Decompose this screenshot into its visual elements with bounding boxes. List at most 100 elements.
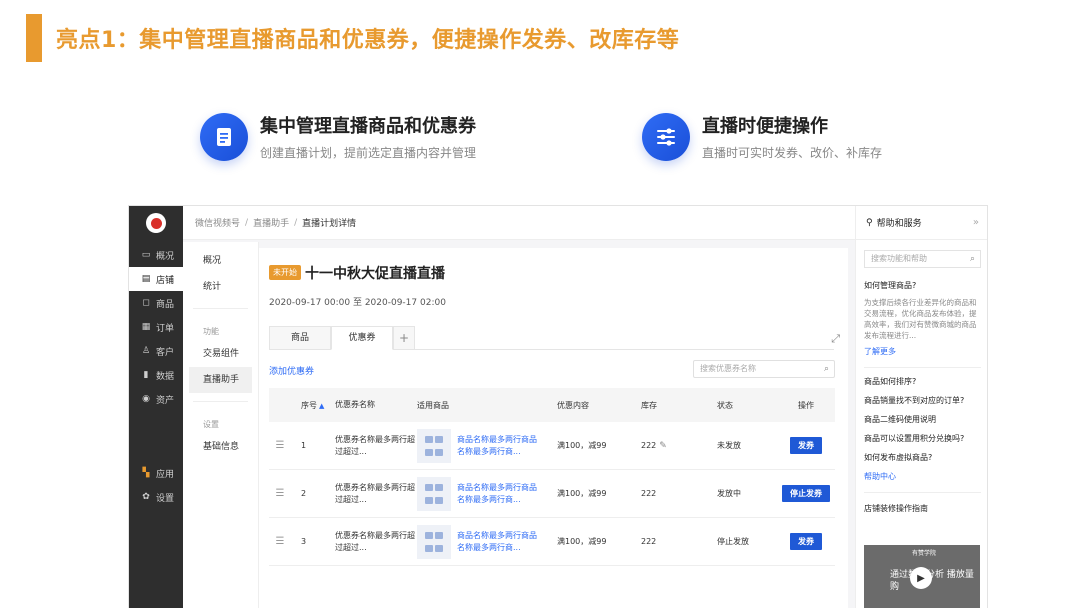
header-goods: 适用商品 <box>417 400 449 410</box>
issue-coupon-button[interactable]: 发券 <box>790 437 822 454</box>
sort-icon[interactable]: ▲ <box>319 402 324 410</box>
nav-item-data[interactable]: ▮ 数据 <box>129 363 183 387</box>
row-no: 3 <box>301 537 307 546</box>
feature-subtitle: 直播时可实时发券、改价、补库存 <box>702 146 883 160</box>
sub-nav-overview[interactable]: 概况 <box>183 248 258 274</box>
customer-icon: ♙ <box>141 346 151 356</box>
discount: 满100，减99 <box>557 489 607 498</box>
feature-live-ops: 直播时便捷操作 直播时可实时发券、改价、补库存 <box>642 112 882 161</box>
goods-thumbnail <box>417 428 451 463</box>
breadcrumb-item[interactable]: 直播助手 <box>253 216 289 229</box>
plan-time: 2020-09-17 00:00 至 2020-09-17 02:00 <box>269 298 446 308</box>
goods-thumbnail <box>417 476 451 511</box>
sub-nav-stats[interactable]: 统计 <box>183 274 258 300</box>
video-caption: 通过数据分析 播放量购 <box>890 570 974 592</box>
left-nav: ▭ 概况 ▤ 店铺 ◻ 商品 ▦ 订单 ♙ 客户 ▮ 数据 ◉ 资产 ▚ 应用 ✿ 设置 <box>129 206 183 608</box>
goods-link[interactable]: 商品名称最多两行商品名称最多两行商... <box>457 530 541 554</box>
learn-more-link[interactable]: 了解更多 <box>856 346 987 357</box>
header-no[interactable]: 序号 ▲ <box>291 400 335 411</box>
help-panel: ⚲ 帮助和服务 » 搜索功能和帮助 ⌕ 如何管理商品? 为支撑后续各行业差异化的… <box>855 206 987 608</box>
header-action: 操作 <box>798 400 814 410</box>
feature-title: 直播时便捷操作 <box>702 116 828 137</box>
app-screenshot: ▭ 概况 ▤ 店铺 ◻ 商品 ▦ 订单 ♙ 客户 ▮ 数据 ◉ 资产 ▚ 应用 ✿ 设置 微信视频… <box>128 205 988 608</box>
help-question[interactable]: 商品可以设置用积分兑换吗? <box>856 433 987 444</box>
header-name: 优惠券名称 <box>335 400 375 409</box>
help-center-link[interactable]: 帮助中心 <box>856 471 987 482</box>
nav-item-store[interactable]: ▤ 店铺 <box>129 267 183 291</box>
apps-icon: ▚ <box>142 468 150 478</box>
help-question-list: 商品如何排序? 商品销量找不到对应的订单? 商品二维码使用说明 商品可以设置用积… <box>856 376 987 463</box>
logo-icon[interactable] <box>146 213 166 233</box>
stock-value: 222 <box>641 489 657 498</box>
discount: 满100，减99 <box>557 537 607 546</box>
stop-coupon-button[interactable]: 停止发券 <box>782 485 830 502</box>
help-question[interactable]: 如何管理商品? <box>856 280 987 291</box>
edit-icon[interactable]: ✎ <box>659 441 667 451</box>
header-status: 状态 <box>717 400 733 410</box>
feature-title: 集中管理直播商品和优惠券 <box>260 116 476 137</box>
play-icon[interactable]: ▶ <box>910 567 932 589</box>
sub-nav-basic-info[interactable]: 基础信息 <box>183 434 258 460</box>
goods-link[interactable]: 商品名称最多两行商品名称最多两行商... <box>457 482 541 506</box>
help-question[interactable]: 商品二维码使用说明 <box>856 414 987 425</box>
breadcrumb-item[interactable]: 微信视频号 <box>195 216 240 229</box>
guide-video[interactable]: 有赞学院 通过数据分析 播放量购 ▶ <box>864 545 980 608</box>
breadcrumb: 微信视频号 / 直播助手 / 直播计划详情 <box>183 206 855 240</box>
accent-bar <box>26 14 42 62</box>
issue-coupon-button[interactable]: 发券 <box>790 533 822 550</box>
nav-item-assets[interactable]: ◉ 资产 <box>129 387 183 411</box>
drag-handle-icon[interactable]: ☰ <box>269 488 291 499</box>
store-icon: ▤ <box>141 274 151 284</box>
help-answer: 为支撑后续各行业差异化的商品和交易流程，优化商品发布体验，提高效率，我们对有赞微… <box>864 298 977 340</box>
help-header: ⚲ 帮助和服务 » <box>856 206 987 240</box>
breadcrumb-current: 直播计划详情 <box>302 219 357 229</box>
guide-title: 店铺装修操作指南 <box>864 504 928 513</box>
nav-item-overview[interactable]: ▭ 概况 <box>129 243 183 267</box>
add-tab-button[interactable]: + <box>393 326 415 350</box>
settings-icon: ✿ <box>142 492 150 502</box>
nav-item-apps[interactable]: ▚ 应用 <box>129 461 183 485</box>
goods-link[interactable]: 商品名称最多两行商品名称最多两行商... <box>457 434 541 458</box>
drag-handle-icon[interactable]: ☰ <box>269 536 291 547</box>
stock-value: 222 <box>641 440 657 450</box>
help-question[interactable]: 商品如何排序? <box>856 376 987 387</box>
status: 未发放 <box>717 441 741 450</box>
expand-icon[interactable]: ⤢ <box>831 332 840 346</box>
search-icon[interactable]: ⌕ <box>970 251 975 267</box>
collapse-icon[interactable]: » <box>973 217 979 228</box>
drag-handle-icon[interactable]: ☰ <box>269 440 291 451</box>
video-brand: 有赞学院 <box>912 550 937 557</box>
header-discount: 优惠内容 <box>557 400 589 410</box>
tab-goods[interactable]: 商品 <box>269 326 331 350</box>
nav-item-goods[interactable]: ◻ 商品 <box>129 291 183 315</box>
goods-icon: ◻ <box>142 298 150 308</box>
tab-coupons[interactable]: 优惠券 <box>331 326 393 350</box>
status: 发放中 <box>717 489 741 498</box>
search-icon[interactable]: ⌕ <box>824 361 829 377</box>
stock-value: 222 <box>641 537 657 546</box>
nav-item-settings[interactable]: ✿ 设置 <box>129 485 183 509</box>
status-badge: 未开始 <box>269 265 301 280</box>
document-icon <box>200 112 248 161</box>
feature-manage: 集中管理直播商品和优惠券 创建直播计划，提前选定直播内容并管理 <box>200 112 476 161</box>
page-title: 十一中秋大促直播直播 <box>305 266 445 282</box>
sub-nav-live-assistant[interactable]: 直播助手 <box>189 367 252 393</box>
help-question[interactable]: 如何发布虚拟商品? <box>856 452 987 463</box>
order-icon: ▦ <box>141 322 151 332</box>
table-row: ☰ 2 优惠券名称最多两行超过超过... 商品名称最多两行商品名称最多两行商..… <box>269 470 835 518</box>
status: 停止发放 <box>717 537 749 546</box>
nav-item-order[interactable]: ▦ 订单 <box>129 315 183 339</box>
help-question[interactable]: 商品销量找不到对应的订单? <box>856 395 987 406</box>
row-no: 2 <box>301 489 307 498</box>
table-row: ☰ 1 优惠券名称最多两行超过超过... 商品名称最多两行商品名称最多两行商..… <box>269 422 835 470</box>
goods-thumbnail <box>417 524 451 559</box>
coupon-table: 序号 ▲ 优惠券名称 适用商品 优惠内容 库存 状态 操作 ☰ 1 优惠券名称最多… <box>269 388 835 566</box>
sub-nav-trade[interactable]: 交易组件 <box>183 341 258 367</box>
coupon-search-input[interactable]: 搜索优惠券名称 ⌕ <box>693 360 835 378</box>
row-no: 1 <box>301 441 307 450</box>
help-search-input[interactable]: 搜索功能和帮助 ⌕ <box>864 250 981 268</box>
add-coupon-link[interactable]: 添加优惠券 <box>269 364 314 377</box>
nav-item-customer[interactable]: ♙ 客户 <box>129 339 183 363</box>
header-stock: 库存 <box>641 400 657 410</box>
tab-bar: 商品 优惠券 + <box>269 326 834 350</box>
